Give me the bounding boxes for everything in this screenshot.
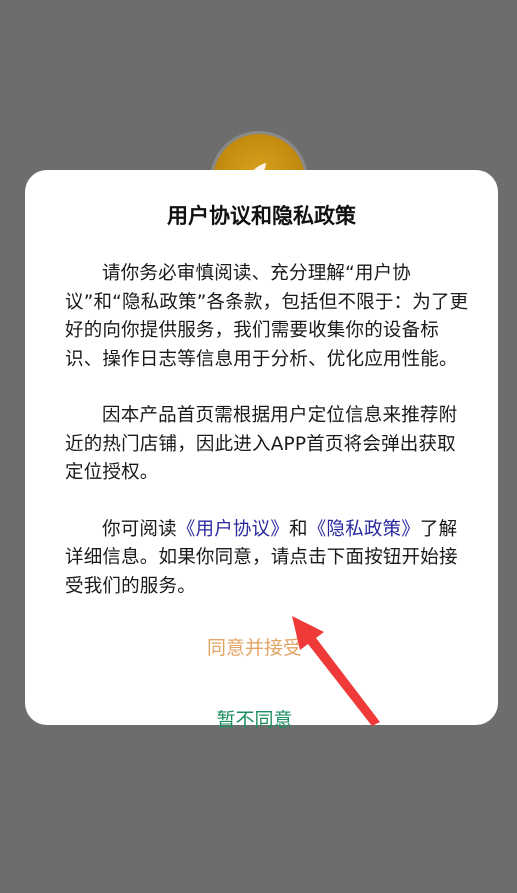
user-agreement-link[interactable]: 《用户协议》 [177,519,289,540]
dialog-title: 用户协议和隐私政策 [167,204,356,228]
links-and-text: 和 [289,518,308,540]
dialog-paragraph-data-collection: 请你务必审慎阅读、充分理解“用户协议”和“隐私政策”各条款，包括但不限于：为了更… [65,263,469,370]
privacy-policy-link[interactable]: 《隐私政策》 [308,519,420,540]
agree-button[interactable]: 同意并接受 [51,635,458,661]
dialog-paragraph-location: 因本产品首页需根据用户定位信息来推荐附近的热门店铺，因此进入APP首页将会弹出获… [65,405,458,483]
privacy-dialog: 用户协议和隐私政策 请你务必审慎阅读、充分理解“用户协议”和“隐私政策”各条款，… [25,170,498,731]
dialog-paragraph-links: 你可阅读《用户协议》和《隐私政策》了解详细信息。如果你同意，请点击下面按钮开始接… [65,516,472,602]
red-arrow-annotation [292,616,380,726]
links-prefix-text: 你可阅读 [102,518,177,540]
disagree-button[interactable]: 暂不同意 [51,707,458,733]
